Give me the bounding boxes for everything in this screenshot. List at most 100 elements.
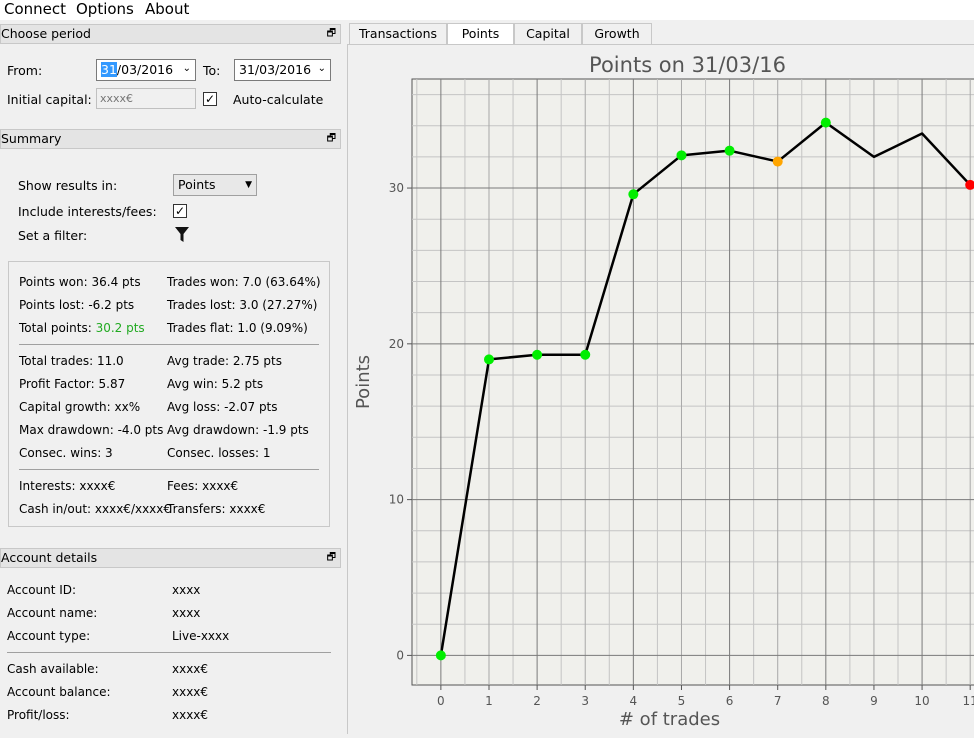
account-type-label: Account type: — [7, 629, 91, 643]
account-id-label: Account ID: — [7, 583, 77, 597]
data-point — [580, 349, 591, 360]
x-tick-label: 4 — [630, 694, 638, 708]
y-tick-label: 20 — [389, 337, 404, 351]
x-tick-label: 8 — [822, 694, 830, 708]
max-drawdown: Max drawdown: -4.0 pts — [19, 423, 164, 437]
dropdown-arrow-icon: ▼ — [245, 180, 252, 190]
data-point — [435, 650, 446, 661]
consec-losses: Consec. losses: 1 — [167, 446, 271, 460]
cash-in-out: Cash in/out: xxxx€/xxxx€ — [19, 502, 172, 516]
avg-trade: Avg trade: 2.75 pts — [167, 354, 282, 368]
account-id-value: xxxx — [172, 583, 201, 597]
include-fees-checkbox[interactable]: ✓ — [173, 204, 187, 218]
plot-area — [411, 78, 974, 686]
chevron-down-icon: ⌄ — [182, 63, 191, 74]
float-dock-icon[interactable]: 🗗 — [327, 549, 336, 567]
tab-points[interactable]: Points — [447, 23, 514, 46]
data-point — [724, 145, 735, 156]
include-fees-label: Include interests/fees: — [18, 204, 157, 219]
menu-about[interactable]: About — [145, 0, 189, 18]
avg-loss: Avg loss: -2.07 pts — [167, 400, 278, 414]
divider — [19, 344, 319, 345]
y-tick-label: 10 — [389, 493, 404, 507]
x-tick-label: 7 — [774, 694, 782, 708]
choose-period-title: Choose period — [1, 26, 91, 41]
interests: Interests: xxxx€ — [19, 479, 116, 493]
account-balance-value: xxxx€ — [172, 685, 209, 699]
capital-growth: Capital growth: xx% — [19, 400, 141, 414]
from-date-picker[interactable]: 31/03/2016 ⌄ — [96, 59, 196, 81]
total-points-value: 30.2 pts — [95, 321, 145, 335]
cash-available-value: xxxx€ — [172, 662, 209, 676]
chevron-down-icon: ⌄ — [317, 63, 326, 74]
account-balance-label: Account balance: — [7, 685, 111, 699]
total-points-label: Total points: — [19, 321, 96, 335]
data-point — [820, 117, 831, 128]
initial-capital-label: Initial capital: — [7, 92, 92, 107]
transfers: Transfers: xxxx€ — [167, 502, 266, 516]
points-chart: 0 1 2 3 4 5 6 7 8 9 10 11 0 10 20 30 Points on 31/03/16 #… — [353, 53, 974, 730]
to-date-value: 31/03/2016 — [239, 62, 312, 77]
show-results-label: Show results in: — [18, 178, 118, 193]
from-date-selected: 31 — [101, 62, 117, 77]
auto-calculate-checkbox[interactable]: ✓ — [203, 92, 217, 106]
total-trades: Total trades: 11.0 — [19, 354, 124, 368]
y-axis-label: Points — [353, 355, 374, 409]
account-details-title: Account details — [1, 550, 98, 565]
from-date-rest: /03/2016 — [116, 62, 174, 77]
x-tick-label: 5 — [678, 694, 686, 708]
avg-drawdown: Avg drawdown: -1.9 pts — [167, 423, 309, 437]
summary-title: Summary — [1, 131, 62, 146]
trades-won: Trades won: 7.0 (63.64%) — [167, 275, 321, 289]
tab-growth[interactable]: Growth — [582, 23, 652, 45]
float-dock-icon[interactable]: 🗗 — [327, 25, 336, 43]
divider — [19, 469, 319, 470]
filter-label: Set a filter: — [18, 228, 88, 243]
x-tick-label: 9 — [870, 694, 878, 708]
y-tick-label: 0 — [396, 648, 404, 662]
tab-transactions[interactable]: Transactions — [349, 23, 447, 45]
trades-lost: Trades lost: 3.0 (27.27%) — [167, 298, 318, 312]
menu-bar: Connect Options About — [0, 0, 974, 20]
menu-options[interactable]: Options — [76, 0, 134, 18]
menu-connect[interactable]: Connect — [4, 0, 66, 18]
filter-icon[interactable] — [174, 226, 190, 246]
data-point — [772, 156, 783, 167]
y-tick-label: 30 — [389, 181, 404, 195]
total-points: Total points: 30.2 pts — [19, 321, 145, 335]
to-label: To: — [203, 63, 221, 78]
summary-header: Summary 🗗 — [0, 129, 341, 149]
cash-available-label: Cash available: — [7, 662, 99, 676]
account-details-header: Account details 🗗 — [0, 548, 341, 568]
show-results-value: Points — [178, 177, 216, 192]
x-tick-label: 11 — [963, 694, 974, 708]
profit-loss-value: xxxx€ — [172, 708, 209, 722]
data-point — [628, 189, 639, 200]
initial-capital-input[interactable] — [96, 88, 196, 109]
account-name-label: Account name: — [7, 606, 98, 620]
profit-factor: Profit Factor: 5.87 — [19, 377, 126, 391]
from-label: From: — [7, 63, 43, 78]
avg-win: Avg win: 5.2 pts — [167, 377, 264, 391]
to-date-picker[interactable]: 31/03/2016 ⌄ — [234, 59, 331, 81]
points-lost: Points lost: -6.2 pts — [19, 298, 135, 312]
x-tick-label: 0 — [437, 694, 445, 708]
account-type-value: Live-xxxx — [172, 629, 230, 643]
choose-period-header: Choose period 🗗 — [0, 24, 341, 44]
x-tick-label: 6 — [726, 694, 734, 708]
auto-calculate-label: Auto-calculate — [233, 92, 324, 107]
data-point — [483, 354, 494, 365]
account-name-value: xxxx — [172, 606, 201, 620]
chart-title: Points on 31/03/16 — [589, 53, 786, 77]
points-won: Points won: 36.4 pts — [19, 275, 141, 289]
x-tick-label: 10 — [914, 694, 929, 708]
chart-panel: 0 1 2 3 4 5 6 7 8 9 10 11 0 10 20 30 Points on 31/03/16 #… — [347, 44, 974, 734]
float-dock-icon[interactable]: 🗗 — [327, 130, 336, 148]
data-point — [676, 150, 687, 161]
trades-flat: Trades flat: 1.0 (9.09%) — [167, 321, 308, 335]
profit-loss-label: Profit/loss: — [7, 708, 70, 722]
show-results-select[interactable]: Points ▼ — [173, 174, 257, 196]
tab-capital[interactable]: Capital — [514, 23, 582, 45]
fees: Fees: xxxx€ — [167, 479, 239, 493]
x-axis-label: # of trades — [619, 709, 720, 730]
